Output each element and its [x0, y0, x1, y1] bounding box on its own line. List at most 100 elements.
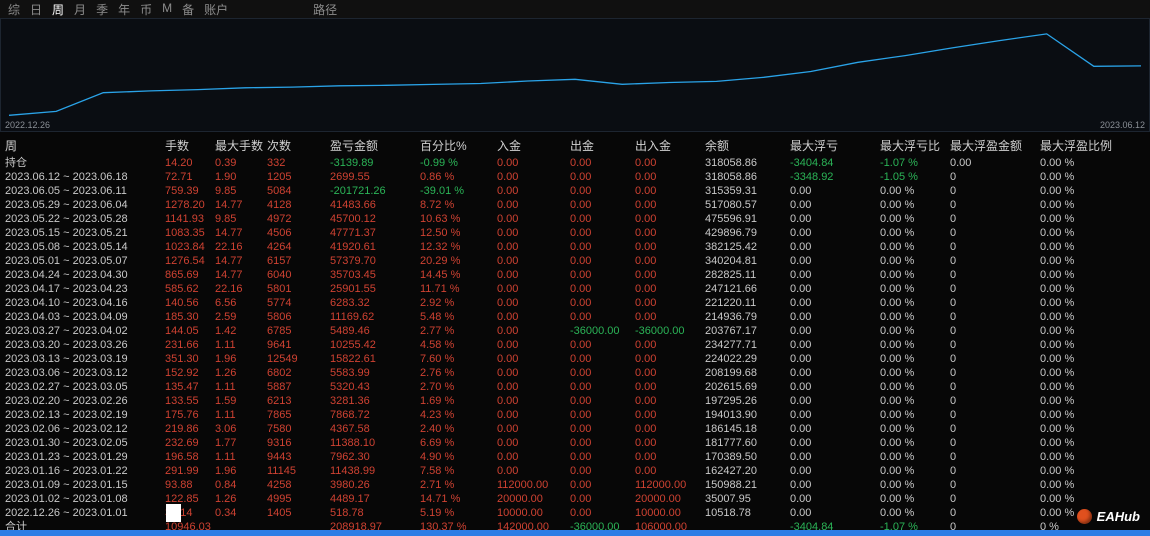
column-header-5[interactable]: 百分比%: [420, 138, 497, 154]
cell: 2023.06.12 ~ 2023.06.18: [5, 171, 128, 183]
table-row[interactable]: 2023.05.08 ~ 2023.05.14 1023.84 22.16 4264 4…: [0, 240, 1150, 254]
cell: 4.90 %: [420, 451, 455, 463]
cell: 332: [267, 157, 286, 169]
table-row[interactable]: 2023.05.15 ~ 2023.05.21 1083.35 14.77 4506 4…: [0, 226, 1150, 240]
cell: 0.00: [790, 339, 812, 351]
cell: 0.00 %: [1040, 367, 1075, 379]
table-row[interactable]: 2023.05.29 ~ 2023.06.04 1278.20 14.77 4128 4…: [0, 198, 1150, 212]
table-row[interactable]: 2023.04.10 ~ 2023.04.16 140.56 6.56 5774 628…: [0, 296, 1150, 310]
table-row[interactable]: 2023.06.12 ~ 2023.06.18 72.71 1.90 1205 2699…: [0, 170, 1150, 184]
cell: 0.00: [570, 353, 592, 365]
cell: 9641: [267, 339, 292, 351]
cell: 865.69: [165, 269, 199, 281]
cell: 2.92 %: [420, 297, 455, 309]
cell: -36000.00: [635, 325, 685, 337]
table-row[interactable]: 2023.04.17 ~ 2023.04.23 585.62 22.16 5801 25…: [0, 282, 1150, 296]
menu-tab-4[interactable]: 季: [96, 1, 108, 18]
table-row[interactable]: 2023.02.13 ~ 2023.02.19 175.76 1.11 7865 786…: [0, 408, 1150, 422]
cell: 0.00 %: [1040, 479, 1075, 491]
column-header-4[interactable]: 盈亏金额: [330, 138, 420, 154]
cell: 0.00: [790, 297, 812, 309]
cell: 2023.03.06 ~ 2023.03.12: [5, 367, 128, 379]
menu-tab-8[interactable]: 备: [182, 1, 194, 18]
cell: 0: [950, 423, 957, 435]
table-row[interactable]: 2023.02.06 ~ 2023.02.12 219.86 3.06 7580 436…: [0, 422, 1150, 436]
menu-tab-10[interactable]: 路径: [313, 1, 337, 18]
cell: 0.00 %: [1040, 325, 1075, 337]
cell: 112000.00: [497, 479, 549, 491]
cell: 5320.43: [330, 381, 370, 393]
table-row[interactable]: 持仓 14.20 0.39 332 -3139.89 -0.99 % 0.00 0.00 0.0…: [0, 156, 1150, 170]
cell: -1.05 %: [880, 171, 918, 183]
table-row[interactable]: 2023.02.20 ~ 2023.02.26 133.55 1.59 6213 328…: [0, 394, 1150, 408]
menu-tab-0[interactable]: 综: [8, 1, 20, 18]
table-row[interactable]: 2023.03.13 ~ 2023.03.19 351.30 1.96 12549 15…: [0, 352, 1150, 366]
table-row[interactable]: 2023.03.27 ~ 2023.04.02 144.05 1.42 6785 548…: [0, 324, 1150, 338]
bottom-scrollbar[interactable]: [0, 530, 1150, 536]
menu-tab-2[interactable]: 周: [52, 1, 64, 18]
cell: 0.00: [497, 269, 519, 281]
column-header-12[interactable]: 最大浮盈金额: [950, 138, 1040, 154]
table-row[interactable]: 2023.03.20 ~ 2023.03.26 231.66 1.11 9641 102…: [0, 338, 1150, 352]
column-header-9[interactable]: 余额: [705, 138, 790, 154]
cell: 0.00: [635, 465, 657, 477]
cell: 0: [950, 381, 957, 393]
menu-tab-9[interactable]: 账户: [204, 1, 228, 18]
cell: 0.00: [635, 227, 657, 239]
table-row[interactable]: 2023.05.22 ~ 2023.05.28 1141.93 9.85 4972 45…: [0, 212, 1150, 226]
cell: 234277.71: [705, 339, 757, 351]
cell: 0.00: [570, 437, 592, 449]
table-row[interactable]: 2023.01.09 ~ 2023.01.15 93.88 0.84 4258 3980…: [0, 478, 1150, 492]
column-header-8[interactable]: 出入金: [635, 138, 705, 154]
table-row[interactable]: 2023.04.24 ~ 2023.04.30 865.69 14.77 6040 35…: [0, 268, 1150, 282]
table-row[interactable]: 2023.06.05 ~ 2023.06.11 759.39 9.85 5084 -20…: [0, 184, 1150, 198]
menu-tab-6[interactable]: 币: [140, 1, 152, 18]
column-header-10[interactable]: 最大浮亏: [790, 138, 880, 154]
column-header-13[interactable]: 最大浮盈比例: [1040, 138, 1150, 154]
cell: 0.00: [570, 269, 592, 281]
cell: 35703.45: [330, 269, 376, 281]
cell: 162427.20: [705, 465, 757, 477]
cell: 0.00: [635, 269, 657, 281]
cell: 0: [950, 213, 957, 225]
cell: 0.00 %: [880, 325, 915, 337]
cell: 0.00 %: [1040, 171, 1075, 183]
cell: 2023.03.20 ~ 2023.03.26: [5, 339, 128, 351]
column-header-11[interactable]: 最大浮亏比: [880, 138, 950, 154]
column-header-6[interactable]: 入金: [497, 138, 570, 154]
column-header-1[interactable]: 手数: [165, 138, 215, 154]
cell: 0.00: [790, 395, 812, 407]
menu-tab-3[interactable]: 月: [74, 1, 86, 18]
cell: 0.00: [790, 493, 812, 505]
cell: 0.00 %: [880, 311, 915, 323]
cell: 0.00 %: [1040, 423, 1075, 435]
menu-tab-1[interactable]: 日: [30, 1, 42, 18]
table-row[interactable]: 2023.04.03 ~ 2023.04.09 185.30 2.59 5806 111…: [0, 310, 1150, 324]
cell: 0.00: [635, 409, 657, 421]
equity-chart[interactable]: 2022.12.26 2023.06.12: [0, 18, 1150, 132]
table-row[interactable]: 2023.02.27 ~ 2023.03.05 135.47 1.11 5887 532…: [0, 380, 1150, 394]
table-row[interactable]: 2023.03.06 ~ 2023.03.12 152.92 1.26 6802 558…: [0, 366, 1150, 380]
cell: 0.00 %: [1040, 297, 1075, 309]
column-header-3[interactable]: 次数: [267, 138, 330, 154]
table-row[interactable]: 2023.01.16 ~ 2023.01.22 291.99 1.96 11145 11…: [0, 464, 1150, 478]
cell: 14.77: [215, 199, 243, 211]
cell: 0.00 %: [1040, 255, 1075, 267]
table-row[interactable]: 2023.01.23 ~ 2023.01.29 196.58 1.11 9443 796…: [0, 450, 1150, 464]
table-row[interactable]: 2023.05.01 ~ 2023.05.07 1276.54 14.77 6157 5…: [0, 254, 1150, 268]
cell: 0.00 %: [1040, 395, 1075, 407]
table-row[interactable]: 2023.01.30 ~ 2023.02.05 232.69 1.77 9316 113…: [0, 436, 1150, 450]
cell: 0: [950, 297, 957, 309]
cell: 0.00: [635, 451, 657, 463]
cell: -201721.26: [330, 185, 386, 197]
cell: 10518.78: [705, 507, 751, 519]
column-header-2[interactable]: 最大手数: [215, 138, 267, 154]
menu-tab-5[interactable]: 年: [118, 1, 130, 18]
column-header-7[interactable]: 出金: [570, 138, 635, 154]
cell: 1278.20: [165, 199, 205, 211]
column-header-0[interactable]: 周: [5, 138, 165, 154]
cell: 221220.11: [705, 297, 757, 309]
cell: 9.85: [215, 213, 237, 225]
cell: 0.00: [790, 507, 812, 519]
menu-tab-7[interactable]: M: [162, 1, 172, 18]
